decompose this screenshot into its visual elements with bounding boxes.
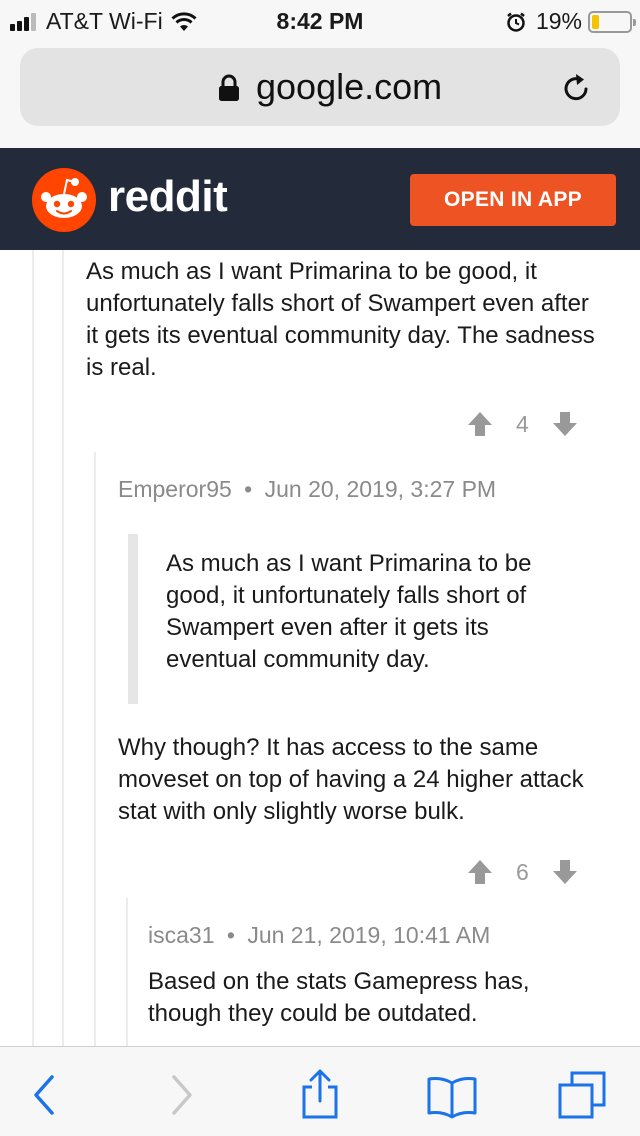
quoted-text: As much as I want Primarina to be good, … (166, 550, 532, 673)
open-in-app-button[interactable]: OPEN IN APP (410, 174, 616, 226)
comment-author[interactable]: Emperor95 (118, 476, 232, 502)
vote-controls: 4 (466, 410, 579, 438)
battery-icon (588, 10, 636, 33)
status-right: 19% (506, 8, 636, 35)
thread-line (126, 898, 128, 1046)
upvote-icon[interactable] (466, 858, 494, 886)
address-bar[interactable]: google.com (20, 48, 620, 126)
vote-count: 6 (516, 858, 529, 885)
comment-meta: isca31 • Jun 21, 2019, 10:41 AM (148, 922, 490, 949)
comment-meta: Emperor95 • Jun 20, 2019, 3:27 PM (118, 476, 496, 503)
comment-body: Why though? It has access to the same mo… (118, 734, 584, 825)
reddit-logo-icon[interactable] (32, 168, 96, 232)
comment-date: Jun 20, 2019, 3:27 PM (264, 476, 497, 502)
url-text: google.com (256, 66, 443, 107)
forward-icon[interactable] (156, 1069, 208, 1121)
lock-icon (219, 74, 239, 101)
quote-bar (128, 534, 138, 704)
meta-separator: • (226, 922, 235, 948)
vote-count: 4 (516, 410, 529, 437)
thread-line (62, 250, 64, 1046)
reload-icon[interactable] (560, 72, 592, 104)
comment-author[interactable]: isca31 (148, 922, 214, 948)
reddit-wordmark[interactable]: reddit (108, 172, 228, 222)
tabs-icon[interactable] (556, 1069, 608, 1121)
bookmarks-icon[interactable] (426, 1069, 478, 1121)
comment-body: As much as I want Primarina to be good, … (86, 258, 595, 381)
alarm-icon (507, 12, 525, 32)
share-icon[interactable] (294, 1069, 346, 1121)
thread-line (32, 250, 34, 1046)
thread-line (94, 452, 96, 1046)
status-bar: AT&T Wi-Fi 8:42 PM 19% (0, 0, 640, 40)
upvote-icon[interactable] (466, 410, 494, 438)
comment-date: Jun 21, 2019, 10:41 AM (247, 922, 491, 948)
comment-thread: As much as I want Primarina to be good, … (0, 250, 640, 1046)
vote-controls: 6 (466, 858, 579, 886)
downvote-icon[interactable] (551, 410, 579, 438)
meta-separator: • (244, 476, 253, 502)
downvote-icon[interactable] (551, 858, 579, 886)
browser-toolbar (0, 1046, 640, 1136)
back-icon[interactable] (18, 1069, 70, 1121)
battery-fill (592, 14, 599, 29)
reddit-header: reddit OPEN IN APP (0, 148, 640, 250)
comment-body: Based on the stats Gamepress has, though… (148, 968, 530, 1027)
browser-chrome: google.com (0, 40, 640, 148)
battery-percent: 19% (535, 8, 582, 34)
